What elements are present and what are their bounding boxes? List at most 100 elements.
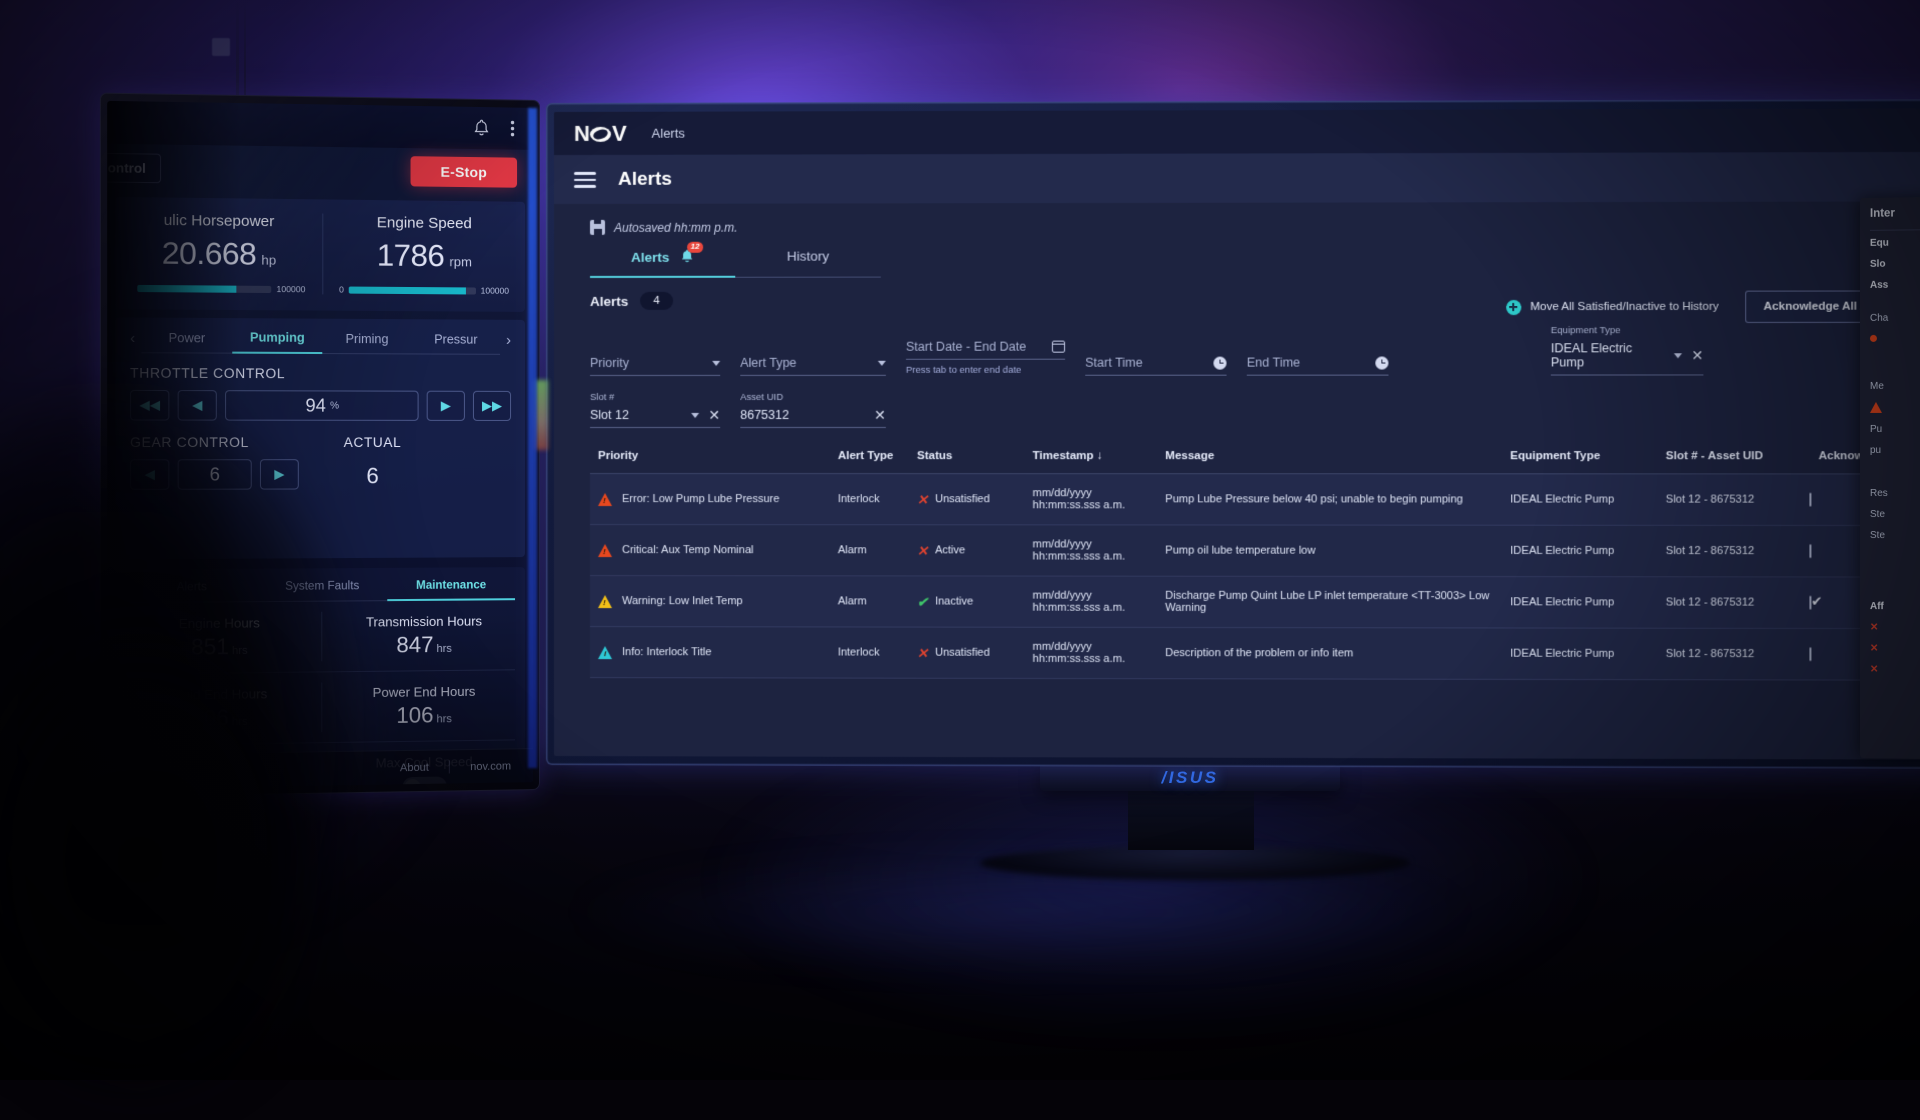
table-head: Priority Alert Type Status Timestamp ↓ M… bbox=[590, 450, 1912, 474]
acknowledge-checkbox[interactable] bbox=[1810, 544, 1812, 558]
status-x-icon: ✕ bbox=[917, 544, 928, 557]
left-monitor-screen: se Control E-Stop ulic Horsepower 20.668… bbox=[107, 101, 533, 789]
th-status[interactable]: Status bbox=[909, 450, 1025, 474]
site-link[interactable]: nov.com bbox=[470, 760, 511, 773]
table-row[interactable]: Warning: Low Inlet Temp Alarm ✔Inactive … bbox=[590, 576, 1912, 629]
alerts-label: Alerts bbox=[590, 293, 628, 308]
acknowledge-checkbox[interactable] bbox=[1810, 493, 1812, 507]
cell-unit: hrs bbox=[232, 716, 248, 728]
timestamp-time: hh:mm:ss.sss a.m. bbox=[1033, 499, 1150, 511]
about-link[interactable]: About bbox=[400, 761, 429, 774]
bell-icon[interactable] bbox=[473, 119, 490, 137]
clock-icon[interactable] bbox=[1213, 356, 1226, 369]
table-row[interactable]: Critical: Aux Temp Nominal Alarm ✕ Active… bbox=[590, 525, 1912, 578]
monitor-edge-light bbox=[528, 108, 537, 768]
th-priority[interactable]: Priority bbox=[590, 450, 830, 474]
estop-button[interactable]: E-Stop bbox=[410, 156, 517, 188]
maintenance-grid-2: Fluid End Hours 106 hrs Power End Hours 1… bbox=[115, 670, 525, 745]
lower-tab-maintenance[interactable]: Maintenance bbox=[387, 573, 515, 601]
side-panel-row: Pu bbox=[1860, 419, 1920, 440]
side-panel-x-row: ✕ bbox=[1860, 659, 1920, 682]
timestamp-date: mm/dd/yyyy bbox=[1033, 538, 1150, 550]
status-text: Unsatisfied bbox=[935, 493, 990, 505]
close-icon[interactable]: ✕ bbox=[1870, 622, 1878, 633]
tab-pumping[interactable]: Pumping bbox=[232, 324, 322, 354]
clear-equipment-type-icon[interactable]: ✕ bbox=[1691, 348, 1703, 362]
equipment-type-filter[interactable]: Equipment Type IDEAL Electric Pump ✕ bbox=[1551, 325, 1704, 376]
gauge-value-row: 20.668 hp bbox=[132, 235, 305, 273]
table-row[interactable]: Error: Low Pump Lube Pressure Interlock … bbox=[590, 474, 1912, 526]
gauge-unit: rpm bbox=[449, 254, 472, 269]
th-slot-asset-uid[interactable]: Slot # - Asset UID bbox=[1658, 450, 1802, 474]
side-panel-row: Ste bbox=[1860, 504, 1920, 525]
asset-uid-filter[interactable]: Asset UID 8675312 ✕ bbox=[740, 392, 886, 428]
control-tab-strip: ‹ Power Pumping Priming Pressur › bbox=[115, 317, 525, 355]
th-message[interactable]: Message bbox=[1157, 450, 1502, 474]
tab-power[interactable]: Power bbox=[141, 324, 232, 353]
clock-icon[interactable] bbox=[1375, 356, 1388, 369]
table-header-row: Priority Alert Type Status Timestamp ↓ M… bbox=[590, 450, 1912, 474]
tab-pressure[interactable]: Pressur bbox=[412, 326, 500, 355]
gauge-bar bbox=[349, 286, 476, 294]
lower-tab-system-faults[interactable]: System Faults bbox=[257, 574, 387, 602]
clear-slot-icon[interactable]: ✕ bbox=[708, 408, 720, 422]
close-icon[interactable]: ✕ bbox=[1870, 643, 1878, 654]
calendar-icon[interactable] bbox=[1052, 341, 1065, 353]
case-control-button[interactable]: se Control bbox=[107, 152, 161, 183]
kebab-menu-icon[interactable] bbox=[510, 120, 515, 138]
move-to-history-action[interactable]: Move All Satisfied/Inactive to History bbox=[1506, 299, 1719, 314]
gear-value[interactable]: 6 bbox=[178, 459, 252, 490]
cell-unit: hrs bbox=[232, 645, 248, 657]
start-time-filter[interactable]: Start Time bbox=[1085, 354, 1226, 376]
actual-label: ACTUAL bbox=[344, 435, 402, 450]
side-panel-row: Equ bbox=[1860, 231, 1920, 254]
cell-equipment-type: IDEAL Electric Pump bbox=[1502, 628, 1658, 680]
th-alert-type[interactable]: Alert Type bbox=[830, 450, 909, 474]
autosave-text: Autosaved hh:mm p.m. bbox=[614, 220, 738, 234]
throttle-fast-forward-icon[interactable]: ▶▶ bbox=[473, 391, 511, 421]
priority-filter[interactable]: Priority bbox=[590, 354, 720, 376]
table-row[interactable]: Info: Interlock Title Interlock ✕ Unsatis… bbox=[590, 627, 1912, 681]
end-time-filter[interactable]: End Time bbox=[1247, 353, 1389, 375]
acknowledge-checkbox[interactable] bbox=[1810, 647, 1812, 661]
cell-value-row: 847 hrs bbox=[328, 631, 519, 659]
right-monitor: NV Alerts Alerts Autosaved hh:mm p.m. Al… bbox=[546, 99, 1920, 768]
tabs-next-icon[interactable]: › bbox=[500, 332, 517, 349]
status-text: Inactive bbox=[935, 596, 973, 608]
chevron-down-icon bbox=[691, 412, 699, 417]
throttle-unit: % bbox=[330, 400, 339, 411]
bulk-actions-row: Move All Satisfied/Inactive to History A… bbox=[1506, 290, 1912, 323]
throttle-value-display[interactable]: 94% bbox=[225, 390, 419, 421]
gear-step-forward-icon[interactable]: ▶ bbox=[260, 459, 299, 489]
date-range-filter[interactable]: Start Date - End Date Press tab to enter… bbox=[906, 338, 1065, 376]
throttle-step-back-icon[interactable]: ◀ bbox=[178, 390, 217, 421]
tab-history[interactable]: History bbox=[735, 249, 881, 278]
cell-title: Transmission Hours bbox=[328, 613, 519, 630]
close-icon[interactable]: ✕ bbox=[1870, 664, 1878, 675]
th-timestamp[interactable]: Timestamp ↓ bbox=[1025, 450, 1158, 474]
th-equipment-type[interactable]: Equipment Type bbox=[1502, 450, 1658, 474]
acknowledge-checkbox[interactable] bbox=[1810, 596, 1812, 610]
cell-alert-type: Alarm bbox=[830, 576, 909, 627]
throttle-fast-rewind-icon[interactable]: ◀◀ bbox=[130, 390, 169, 421]
cell-message: Description of the problem or info item bbox=[1157, 627, 1502, 679]
gauge-value-row: 1786 rpm bbox=[339, 237, 509, 275]
throttle-section: THROTTLE CONTROL ◀◀ ◀ 94% ▶ ▶▶ bbox=[115, 353, 525, 421]
lower-tab-alerts[interactable]: Alerts bbox=[126, 575, 257, 603]
slot-filter[interactable]: Slot # Slot 12 ✕ bbox=[590, 392, 720, 428]
gear-step-back-icon[interactable]: ◀ bbox=[130, 459, 169, 490]
right-monitor-screen: NV Alerts Alerts Autosaved hh:mm p.m. Al… bbox=[554, 108, 1920, 759]
plus-circle-icon bbox=[1506, 299, 1521, 314]
tab-alerts[interactable]: Alerts 12 bbox=[590, 249, 735, 278]
hamburger-menu-icon[interactable] bbox=[574, 168, 596, 191]
side-panel-row: Aff bbox=[1860, 596, 1920, 618]
cell-value-row: 106 hrs bbox=[122, 704, 316, 733]
tabs-prev-icon[interactable]: ‹ bbox=[124, 330, 142, 347]
throttle-step-forward-icon[interactable]: ▶ bbox=[427, 391, 465, 421]
alert-type-filter[interactable]: Alert Type bbox=[740, 354, 886, 376]
filters-area: Move All Satisfied/Inactive to History A… bbox=[554, 325, 1920, 428]
tab-priming[interactable]: Priming bbox=[322, 325, 411, 354]
side-panel-title: Inter bbox=[1860, 196, 1920, 228]
status-x-icon: ✕ bbox=[917, 493, 928, 506]
clear-asset-uid-icon[interactable]: ✕ bbox=[874, 408, 886, 422]
